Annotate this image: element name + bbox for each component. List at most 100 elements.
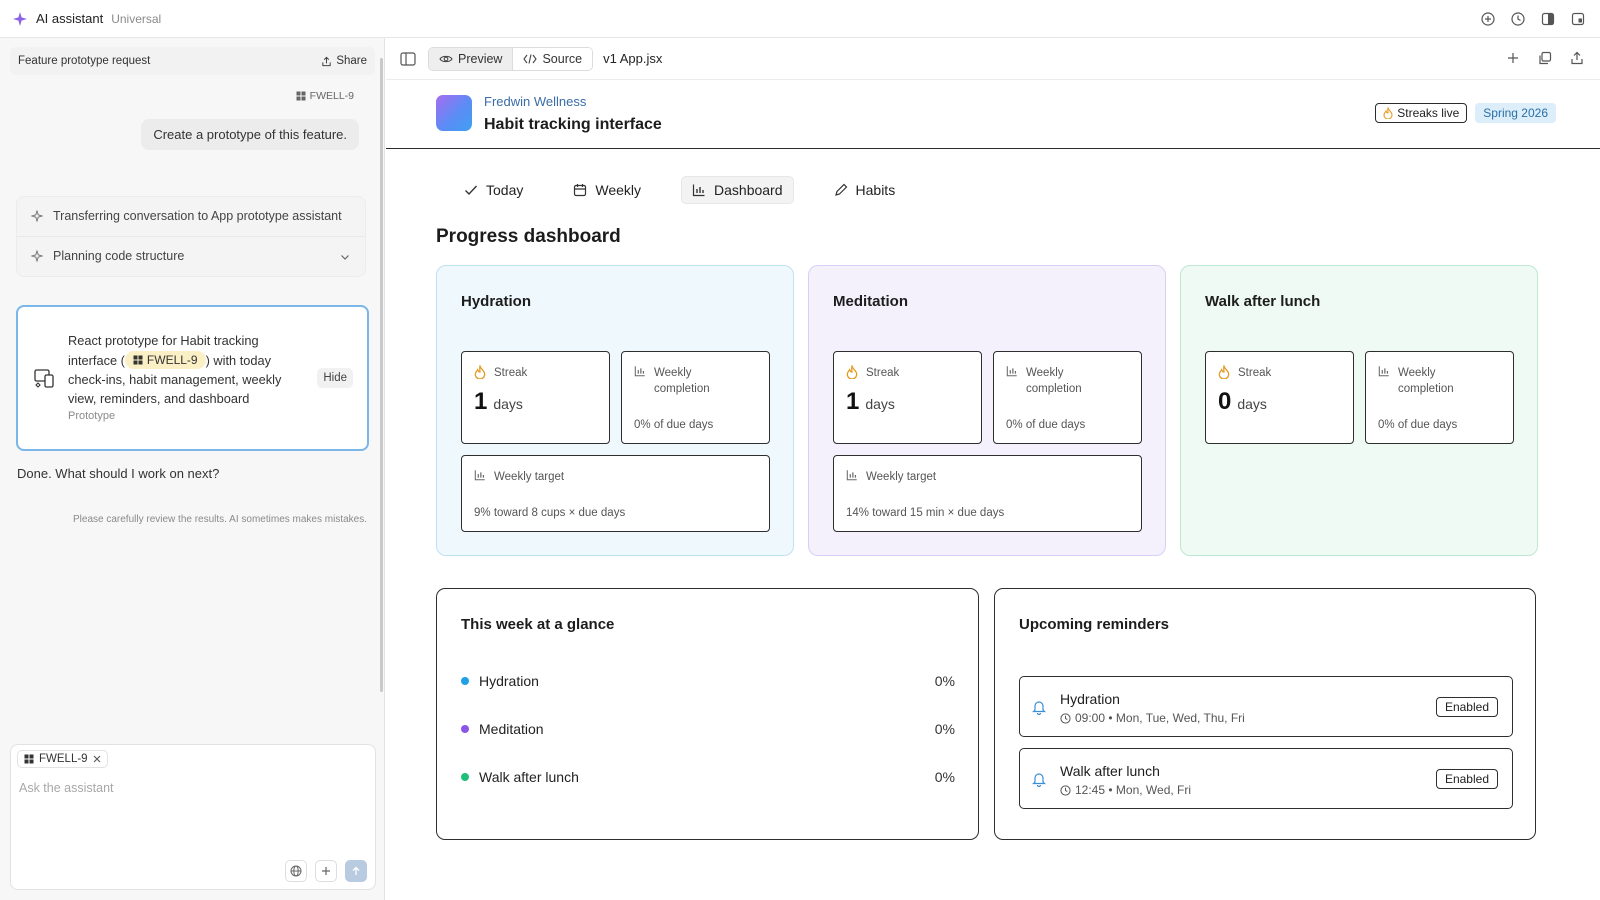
weekly-label: Weekly completion [1026,367,1082,396]
composer-ticket-chip[interactable]: FWELL-9 [17,750,108,768]
weekly-value: 0% of due days [1378,419,1458,431]
bar-chart-icon [1378,365,1390,377]
tab-label: Habits [855,182,896,198]
preview-button[interactable]: Preview [429,47,513,70]
weekly-target-tile: Weekly target 14% toward 15 min × due da… [833,455,1142,532]
glance-name: Hydration [479,673,539,689]
plus-icon[interactable] [1506,51,1520,65]
status-dot [461,725,469,733]
weekly-completion-tile: Weekly completion 0% of due days [1365,351,1514,444]
user-message: Create a prototype of this feature. [141,119,359,150]
reminder-status-badge[interactable]: Enabled [1435,769,1498,789]
brand: AI assistant Universal [0,11,161,27]
glance-pct: 0% [934,673,955,689]
streak-value: 1 [474,388,488,415]
season-badge: Spring 2026 [1475,103,1556,123]
habit-card-walk: Walk after lunch Streak 0 days Weekly co… [1180,265,1538,556]
send-button[interactable] [345,860,367,882]
conversation-title: Feature prototype request [18,55,151,67]
pencil-icon [834,183,848,197]
step-transfer: Transferring conversation to App prototy… [17,197,365,236]
panel-title: Upcoming reminders [1019,616,1170,633]
streak-label: Streak [494,367,528,379]
panel-title: This week at a glance [461,616,615,633]
tab-habits[interactable]: Habits [824,176,906,204]
target-value: 14% toward 15 min × due days [846,507,1005,519]
history-icon[interactable] [1510,11,1526,27]
sidebar-scrollbar[interactable] [380,58,383,692]
bell-icon [1032,771,1046,787]
composer: FWELL-9 [10,744,376,890]
plus-icon [321,866,331,876]
reminder-schedule-text: 09:00 • Mon, Tue, Wed, Thu, Fri [1075,711,1245,725]
tab-today[interactable]: Today [454,176,533,204]
prototype-type-label: Prototype [68,410,116,423]
share-button[interactable]: Share [321,55,367,67]
reminder-item[interactable]: Hydration 09:00 • Mon, Tue, Wed, Thu, Fr… [1019,676,1513,737]
tab-dashboard[interactable]: Dashboard [681,176,794,204]
check-icon [464,184,478,196]
sidebar-toggle-icon[interactable] [400,51,416,66]
status-dot [461,773,469,781]
streak-tile: Streak 1 days [461,351,610,444]
reminder-name: Walk after lunch [1060,763,1160,779]
panel-toggle-icon[interactable] [1570,11,1586,27]
composer-chip-label: FWELL-9 [39,753,88,765]
streak-label: Streak [1238,367,1272,379]
copy-icon[interactable] [1538,51,1552,65]
step-planning[interactable]: Planning code structure [17,235,365,276]
app-logo [436,95,472,131]
flame-icon [1218,365,1230,379]
new-chat-icon[interactable] [1480,11,1496,27]
split-view-icon[interactable] [1540,11,1556,27]
glance-row-hydration: Hydration 0% [461,673,955,689]
eye-icon [439,54,453,64]
streak-value: 1 [846,388,860,415]
assistant-input[interactable] [19,781,359,795]
reminder-status-badge[interactable]: Enabled [1435,697,1498,717]
chevron-down-icon[interactable] [339,251,351,263]
grid-icon [133,355,143,365]
tab-label: Weekly [595,182,642,198]
prototype-card[interactable]: React prototype for Habit tracking inter… [16,305,369,451]
streaks-badge-label: Streaks live [1397,106,1460,120]
grid-icon [24,754,34,764]
reminder-schedule-text: 12:45 • Mon, Wed, Fri [1075,783,1192,797]
tab-weekly[interactable]: Weekly [563,176,651,204]
sparkle-outline-icon [31,249,43,262]
sparkle-icon [12,11,28,27]
glance-row-meditation: Meditation 0% [461,721,955,737]
glance-name: Meditation [479,721,544,737]
sparkle-outline-icon [31,210,43,222]
attach-button[interactable] [315,860,337,882]
arrow-up-icon [351,866,361,876]
prototype-ticket-tag[interactable]: FWELL-9 [124,350,206,369]
app-title: AI assistant [36,11,104,26]
step-label: Planning code structure [53,248,185,263]
bar-chart-icon [692,183,706,197]
week-glance-panel: This week at a glance Hydration 0% Medit… [436,588,979,840]
hide-button[interactable]: Hide [317,368,353,388]
glance-row-walk: Walk after lunch 0% [461,769,955,785]
streak-unit: days [493,396,523,412]
weekly-completion-tile: Weekly completion 0% of due days [993,351,1142,444]
ticket-tag[interactable]: FWELL-9 [296,90,354,102]
habit-card-hydration: Hydration Streak 1 days Weekly completio… [436,265,794,556]
weekly-label: Weekly completion [1398,367,1454,396]
bar-chart-icon [846,469,858,481]
view-switcher: Preview Source [428,46,594,71]
export-icon[interactable] [1570,51,1584,65]
source-button[interactable]: Source [512,47,593,70]
progress-steps: Transferring conversation to App prototy… [16,196,366,277]
chat-sidebar: Feature prototype request Share FWELL-9 … [0,38,385,900]
assistant-reply: Done. What should I work on next? [17,466,220,481]
target-label: Weekly target [494,471,565,483]
globe-button[interactable] [285,860,307,882]
prototype-description: React prototype for Habit tracking inter… [68,331,305,424]
reminder-item[interactable]: Walk after lunch 12:45 • Mon, Wed, Fri E… [1019,748,1513,809]
reminder-schedule: 12:45 • Mon, Wed, Fri [1060,783,1191,797]
disclaimer: Please carefully review the results. AI … [73,514,367,525]
close-icon[interactable] [93,755,101,763]
habit-name: Hydration [461,293,532,310]
streak-tile: Streak 1 days [833,351,982,444]
